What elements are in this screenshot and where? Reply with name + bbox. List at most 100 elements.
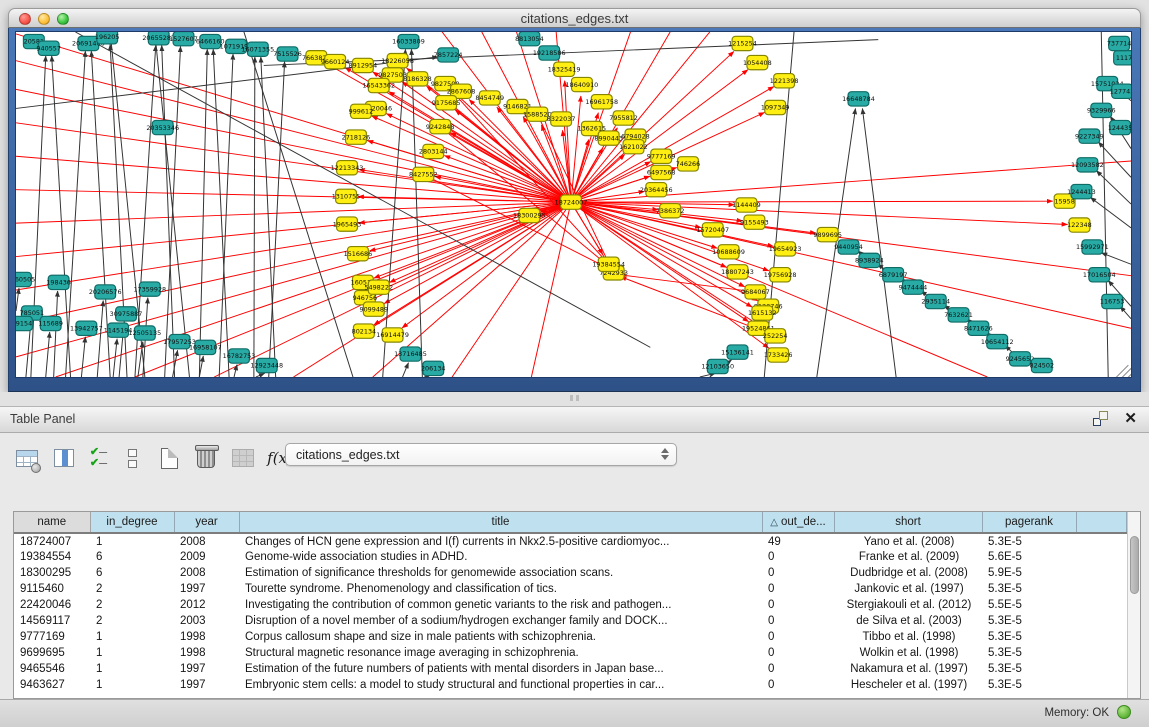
graph-node[interactable]: 18226058: [381, 54, 414, 68]
table-row[interactable]: 911546021997Tourette syndrome. Phenomeno…: [14, 581, 1127, 597]
graph-node[interactable]: 9175685: [432, 96, 461, 110]
select-columns-icon[interactable]: ✔—✔—: [88, 448, 108, 468]
graph-node[interactable]: 198436: [46, 275, 71, 289]
table-row[interactable]: 1830029562008Estimation of significance …: [14, 565, 1127, 581]
graph-node[interactable]: 9474444: [899, 280, 928, 294]
graph-node[interactable]: 940557: [36, 41, 61, 55]
resize-grip-icon[interactable]: [1115, 361, 1129, 375]
graph-node[interactable]: 1215254: [728, 36, 757, 50]
table-scrollbar[interactable]: [1127, 512, 1140, 698]
graph-node[interactable]: 19654923: [769, 242, 802, 256]
graph-node[interactable]: 12505135: [128, 326, 161, 340]
network-graph[interactable]: 1872400776638229660124891295418226058982…: [16, 32, 1131, 377]
column-header-title[interactable]: title: [239, 512, 762, 533]
graph-node[interactable]: 206134: [421, 361, 446, 375]
column-header-name[interactable]: name: [14, 512, 90, 533]
graph-node[interactable]: 2718126: [342, 130, 371, 144]
graph-node[interactable]: 802134: [352, 324, 377, 338]
graph-node[interactable]: 1054408: [743, 55, 772, 69]
table-row[interactable]: 977716911998Corpus callosum shape and si…: [14, 629, 1127, 645]
table-scrollbar-thumb[interactable]: [1130, 536, 1139, 594]
graph-node[interactable]: 9440954: [834, 240, 863, 254]
network-file-select[interactable]: citations_edges.txt: [285, 443, 677, 466]
graph-node[interactable]: 1516686: [344, 247, 373, 261]
table-row[interactable]: 1872400712008Changes of HCN gene express…: [14, 533, 1127, 549]
graph-node[interactable]: 124435: [1108, 120, 1131, 134]
graph-node[interactable]: 1244413: [1067, 184, 1096, 198]
graph-node[interactable]: 8322037: [547, 112, 576, 126]
graph-node[interactable]: 16648784: [842, 92, 875, 106]
graph-node[interactable]: 1621022: [619, 140, 648, 154]
graph-node[interactable]: 1117: [1114, 51, 1131, 65]
column-header-year[interactable]: year: [174, 512, 239, 533]
graph-node[interactable]: 8813054: [515, 32, 544, 46]
table-row[interactable]: 1456911722003Disruption of a novel membe…: [14, 613, 1127, 629]
delete-table-icon[interactable]: [193, 445, 219, 471]
graph-node[interactable]: 6879197: [879, 268, 908, 282]
table-row[interactable]: 2242004622012Investigating the contribut…: [14, 597, 1127, 613]
network-canvas[interactable]: 1872400776638229660124891295418226058982…: [15, 31, 1132, 378]
graph-node[interactable]: 116753: [1100, 294, 1125, 308]
graph-node[interactable]: 7857224: [434, 48, 463, 62]
graph-node[interactable]: 16914479: [376, 328, 409, 342]
column-chooser-icon[interactable]: [51, 445, 77, 471]
new-document-icon[interactable]: [156, 445, 182, 471]
table-row[interactable]: 969969511998Structural magnetic resonanc…: [14, 645, 1127, 661]
graph-node[interactable]: 19756928: [764, 268, 797, 282]
graph-node[interactable]: 7386372: [656, 204, 685, 218]
graph-node[interactable]: 15992971: [1076, 240, 1109, 254]
graph-node[interactable]: 15136141: [721, 345, 754, 359]
graph-node[interactable]: 8471626: [964, 321, 993, 335]
graph-node[interactable]: 9155493: [740, 215, 769, 229]
graph-node[interactable]: 7632621: [944, 308, 973, 322]
graph-node[interactable]: 737714: [1107, 36, 1131, 50]
graph-node[interactable]: 8427552: [409, 167, 438, 181]
graph-node[interactable]: 1221398: [770, 74, 799, 88]
graph-node[interactable]: 1310755: [332, 189, 361, 203]
table-row[interactable]: 946554611997Estimation of the future num…: [14, 661, 1127, 677]
graph-node[interactable]: 252254: [763, 329, 788, 343]
graph-node[interactable]: 746266: [676, 157, 701, 171]
float-panel-icon[interactable]: [1093, 411, 1108, 426]
graph-node[interactable]: 12923448: [250, 358, 283, 372]
panel-splitter[interactable]: [0, 392, 1149, 406]
graph-node[interactable]: 6497568: [647, 165, 676, 179]
graph-node[interactable]: 9660124: [321, 54, 350, 68]
graph-node[interactable]: 1097349: [761, 100, 790, 114]
graph-node[interactable]: 12093582: [1071, 158, 1104, 172]
graph-node[interactable]: 8912954: [349, 58, 378, 72]
graph-node[interactable]: 15720407: [696, 223, 729, 237]
memory-status-indicator[interactable]: [1117, 705, 1131, 719]
table-row[interactable]: 1938455462009Genome-wide association stu…: [14, 549, 1127, 565]
graph-node[interactable]: 9899695: [813, 227, 842, 241]
graph-node[interactable]: 16961758: [585, 95, 618, 109]
row-options-icon[interactable]: [119, 445, 145, 471]
graph-node[interactable]: 122348: [1067, 218, 1092, 232]
graph-node[interactable]: 9099489: [359, 302, 388, 316]
graph-node[interactable]: 9777169: [647, 149, 676, 163]
close-panel-icon[interactable]: ✕: [1124, 411, 1137, 426]
column-header-in-degree[interactable]: in_degree: [90, 512, 174, 533]
graph-node[interactable]: 20206576: [89, 285, 122, 299]
graph-node[interactable]: 10654112: [981, 334, 1014, 348]
graph-node[interactable]: 30975887: [110, 307, 143, 321]
graph-node[interactable]: 7515526: [273, 47, 302, 61]
graph-node[interactable]: 1965493: [333, 217, 362, 231]
graph-node[interactable]: 999612: [349, 104, 374, 118]
column-header-short[interactable]: short: [834, 512, 982, 533]
graph-node[interactable]: 1144409: [732, 198, 761, 212]
network-window-titlebar[interactable]: citations_edges.txt: [8, 8, 1141, 28]
graph-node[interactable]: 19218586: [533, 46, 566, 60]
graph-node[interactable]: 5498222: [364, 280, 393, 294]
graph-node[interactable]: 9329966: [1087, 103, 1116, 117]
graph-node[interactable]: 13942757: [70, 321, 103, 335]
graph-node[interactable]: 115689: [38, 316, 63, 330]
graph-node[interactable]: 1733426: [764, 348, 793, 362]
graph-node[interactable]: 9227349: [1075, 129, 1104, 143]
graph-node[interactable]: 10688609: [712, 245, 745, 259]
graph-node[interactable]: 2160505: [16, 272, 35, 286]
graph-node[interactable]: 8938924: [855, 253, 884, 267]
graph-node[interactable]: 1615132: [748, 306, 777, 320]
graph-node[interactable]: 2803144: [419, 144, 448, 158]
graph-node[interactable]: 8186328: [403, 72, 432, 86]
